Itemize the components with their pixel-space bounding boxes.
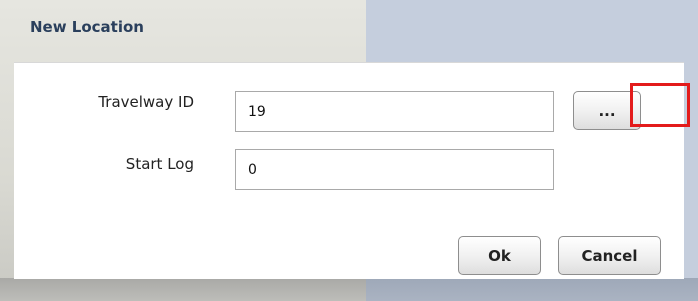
dialog-body: Travelway ID ... Start Log Ok Cancel (14, 62, 684, 279)
background-bottom-strip-left (0, 278, 366, 301)
dialog-title: New Location (30, 18, 144, 36)
red-highlight-annotation (630, 83, 690, 127)
new-location-dialog: New Location Travelway ID ... Start Log … (0, 0, 684, 280)
travelway-id-input[interactable] (235, 91, 554, 132)
cancel-button[interactable]: Cancel (558, 236, 661, 275)
start-log-label: Start Log (125, 155, 194, 173)
travelway-id-label: Travelway ID (98, 93, 194, 111)
ok-button[interactable]: Ok (458, 236, 541, 275)
start-log-input[interactable] (235, 149, 554, 190)
